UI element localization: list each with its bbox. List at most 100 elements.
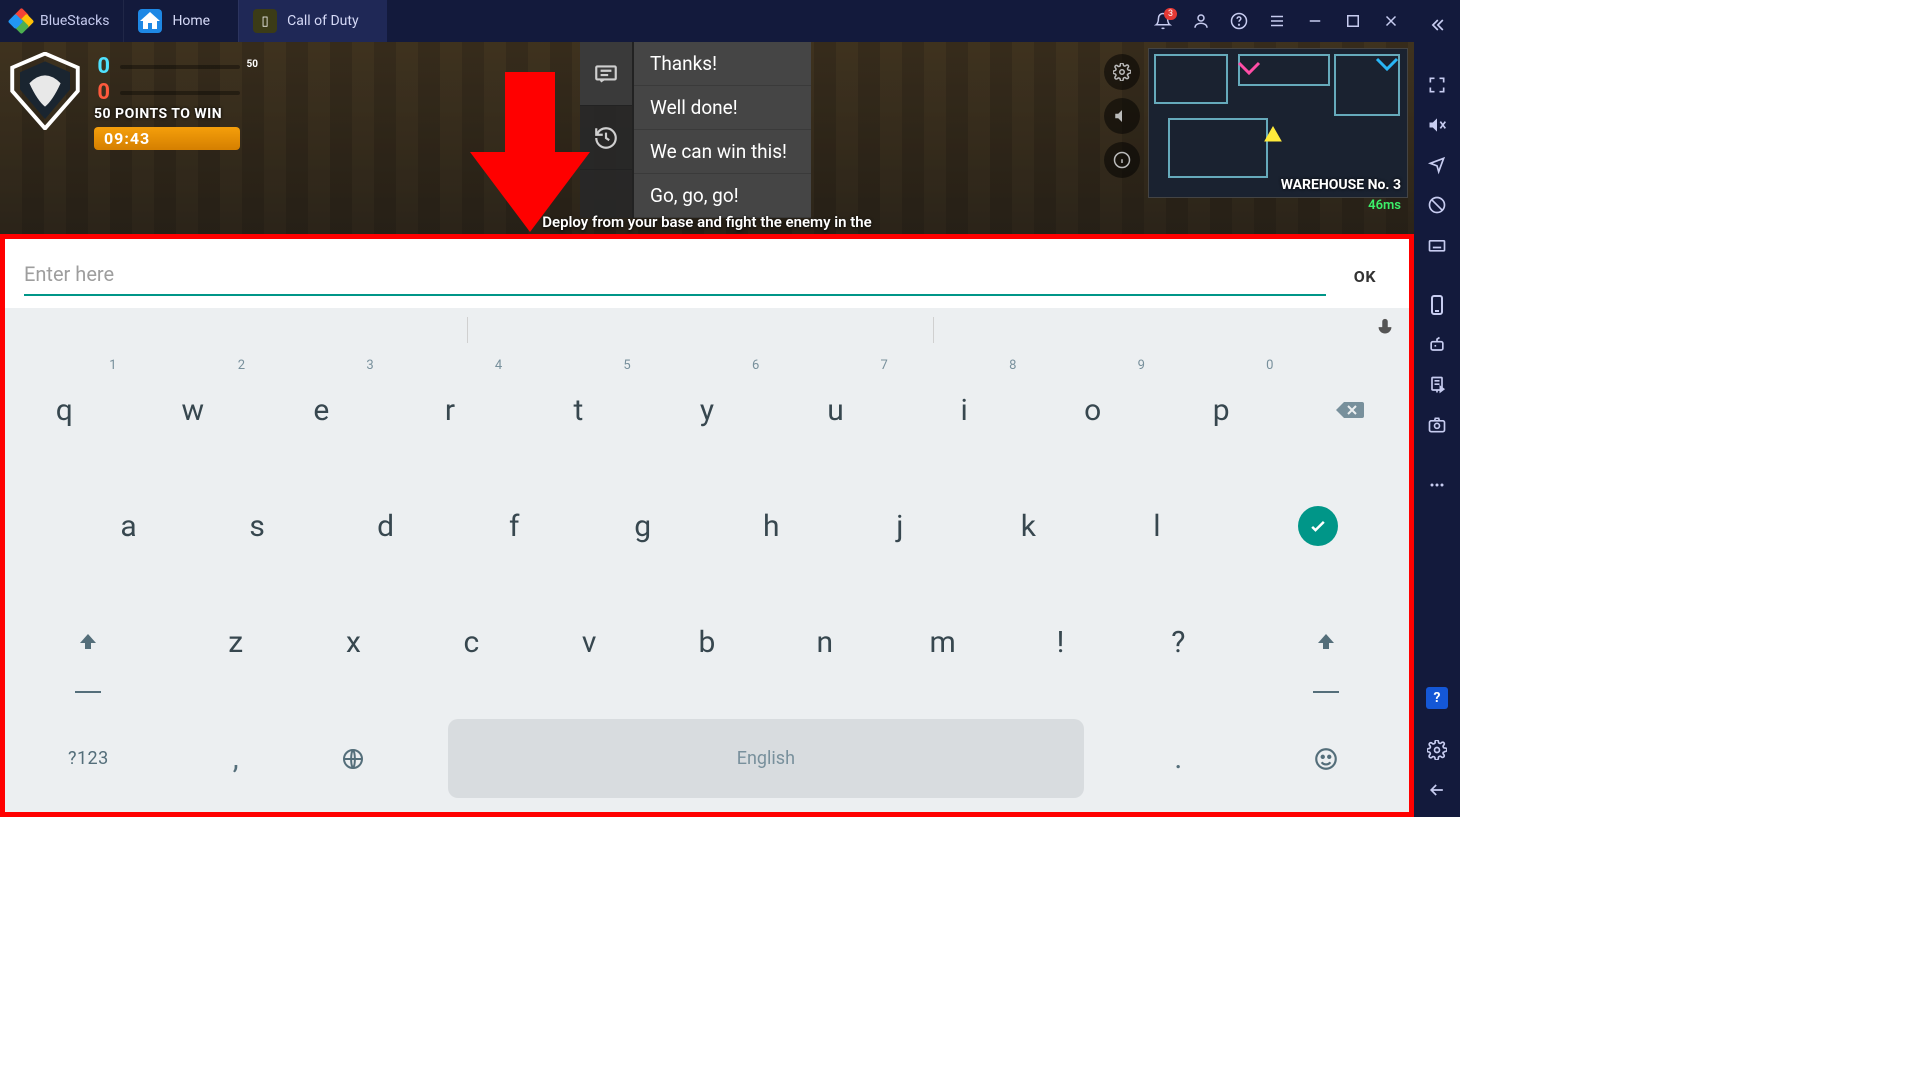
key-h[interactable]: h [707, 468, 836, 584]
maximize-button[interactable] [1336, 4, 1370, 38]
minimize-button[interactable] [1298, 4, 1332, 38]
language-key[interactable] [295, 701, 413, 817]
gamepad-button[interactable] [1418, 326, 1456, 364]
voice-input-button[interactable] [1374, 317, 1396, 343]
quick-chat-item[interactable]: We can win this! [634, 130, 811, 174]
hud-top-right: WAREHOUSE No. 3 46ms [1104, 48, 1408, 198]
key-t[interactable]: t5 [514, 352, 643, 468]
score-target: 50 [247, 59, 258, 70]
key-g[interactable]: g [578, 468, 707, 584]
quick-chat-item[interactable]: Well done! [634, 86, 811, 130]
score-team-a: 0 [94, 54, 110, 79]
key-r[interactable]: r4 [386, 352, 515, 468]
key-i[interactable]: i8 [900, 352, 1029, 468]
key-v[interactable]: v [530, 585, 648, 701]
minimap[interactable]: WAREHOUSE No. 3 46ms [1148, 48, 1408, 198]
key-z[interactable]: z [177, 585, 295, 701]
tab-home[interactable]: Home [123, 0, 238, 42]
chat-text-input[interactable] [24, 256, 1326, 294]
account-button[interactable] [1184, 4, 1218, 38]
team-emblem-icon [6, 52, 84, 130]
notification-count-badge: 3 [1164, 8, 1177, 20]
key-k[interactable]: k [964, 468, 1093, 584]
key-d[interactable]: d [321, 468, 450, 584]
app-title: BlueStacks [40, 13, 109, 29]
side-toolbar: ? [1414, 0, 1460, 817]
minimap-location: WAREHOUSE No. 3 [1281, 177, 1401, 193]
ok-button[interactable]: OK [1344, 261, 1386, 296]
backspace-key[interactable] [1285, 352, 1414, 468]
home-icon [138, 9, 162, 33]
game-viewport: 0 50 0 50 POINTS TO WIN 09:43 [0, 42, 1414, 234]
shift-key-right[interactable] [1237, 585, 1414, 701]
app-logo-title: BlueStacks [0, 10, 123, 32]
hud-top-left: 0 50 0 50 POINTS TO WIN 09:43 [6, 52, 240, 150]
call-of-duty-icon: ▯ [253, 9, 277, 33]
emoji-key[interactable] [1237, 701, 1414, 817]
match-timer: 09:43 [94, 127, 240, 150]
key-s[interactable]: s [193, 468, 322, 584]
symbols-key[interactable]: ?123 [0, 701, 177, 817]
key-u[interactable]: u7 [771, 352, 900, 468]
settings-button[interactable] [1418, 731, 1456, 769]
key-o[interactable]: o9 [1028, 352, 1157, 468]
rotate-button[interactable] [1418, 286, 1456, 324]
objective-text: 50 POINTS TO WIN [94, 106, 240, 122]
phone-icon [1431, 295, 1443, 315]
comma-key[interactable]: , [177, 701, 295, 817]
key-y[interactable]: y6 [643, 352, 772, 468]
mute-icon[interactable] [1104, 98, 1140, 134]
collapse-sidebar-button[interactable] [1418, 6, 1456, 44]
key-p[interactable]: p0 [1157, 352, 1286, 468]
key-q[interactable]: q1 [0, 352, 129, 468]
keyboard-controls-button[interactable] [1418, 226, 1456, 264]
key-j[interactable]: j [836, 468, 965, 584]
tab-home-label: Home [172, 13, 210, 29]
key-![interactable]: ! [1002, 585, 1120, 701]
text-input-panel: OK q1w2e3r4t5y6u7i8o9p0 asdfghjkl [0, 234, 1414, 817]
key-x[interactable]: x [295, 585, 413, 701]
screenshot-button[interactable] [1418, 406, 1456, 444]
key-m[interactable]: m [884, 585, 1002, 701]
quick-chat-panel: Thanks! Well done! We can win this! Go, … [580, 42, 811, 218]
key-c[interactable]: c [412, 585, 530, 701]
info-icon[interactable] [1104, 142, 1140, 178]
menu-button[interactable] [1260, 4, 1294, 38]
enter-key[interactable] [1221, 468, 1414, 584]
close-button[interactable] [1374, 4, 1408, 38]
more-button[interactable] [1418, 466, 1456, 504]
period-key[interactable]: . [1119, 701, 1237, 817]
settings-icon[interactable] [1104, 54, 1140, 90]
suggestion-bar [0, 308, 1414, 352]
title-bar: BlueStacks Home ▯ Call of Duty 3 [0, 0, 1414, 42]
disable-button[interactable] [1418, 186, 1456, 224]
key-?[interactable]: ? [1119, 585, 1237, 701]
help-button[interactable] [1222, 4, 1256, 38]
tab-call-of-duty[interactable]: ▯ Call of Duty [238, 0, 386, 42]
key-a[interactable]: a [64, 468, 193, 584]
deploy-hint: Deploy from your base and fight the enem… [542, 213, 872, 231]
location-button[interactable] [1418, 146, 1456, 184]
help-badge[interactable]: ? [1426, 687, 1448, 709]
tab-cod-label: Call of Duty [287, 13, 358, 29]
score-team-b: 0 [94, 80, 110, 105]
key-e[interactable]: e3 [257, 352, 386, 468]
quick-chat-item[interactable]: Thanks! [634, 42, 811, 86]
back-button[interactable] [1418, 771, 1456, 809]
key-w[interactable]: w2 [129, 352, 258, 468]
volume-button[interactable] [1418, 106, 1456, 144]
fullscreen-button[interactable] [1418, 66, 1456, 104]
check-icon [1298, 506, 1338, 546]
space-key[interactable]: English [412, 701, 1119, 817]
shift-key-left[interactable] [0, 585, 177, 701]
annotation-arrow-icon [470, 72, 590, 234]
notifications-button[interactable]: 3 [1146, 4, 1180, 38]
macro-button[interactable] [1418, 366, 1456, 404]
key-n[interactable]: n [766, 585, 884, 701]
key-f[interactable]: f [450, 468, 579, 584]
key-l[interactable]: l [1093, 468, 1222, 584]
top-actions: 3 [1140, 4, 1414, 38]
quick-chat-item[interactable]: Go, go, go! [634, 174, 811, 218]
bluestacks-logo-icon [10, 10, 32, 32]
key-b[interactable]: b [648, 585, 766, 701]
